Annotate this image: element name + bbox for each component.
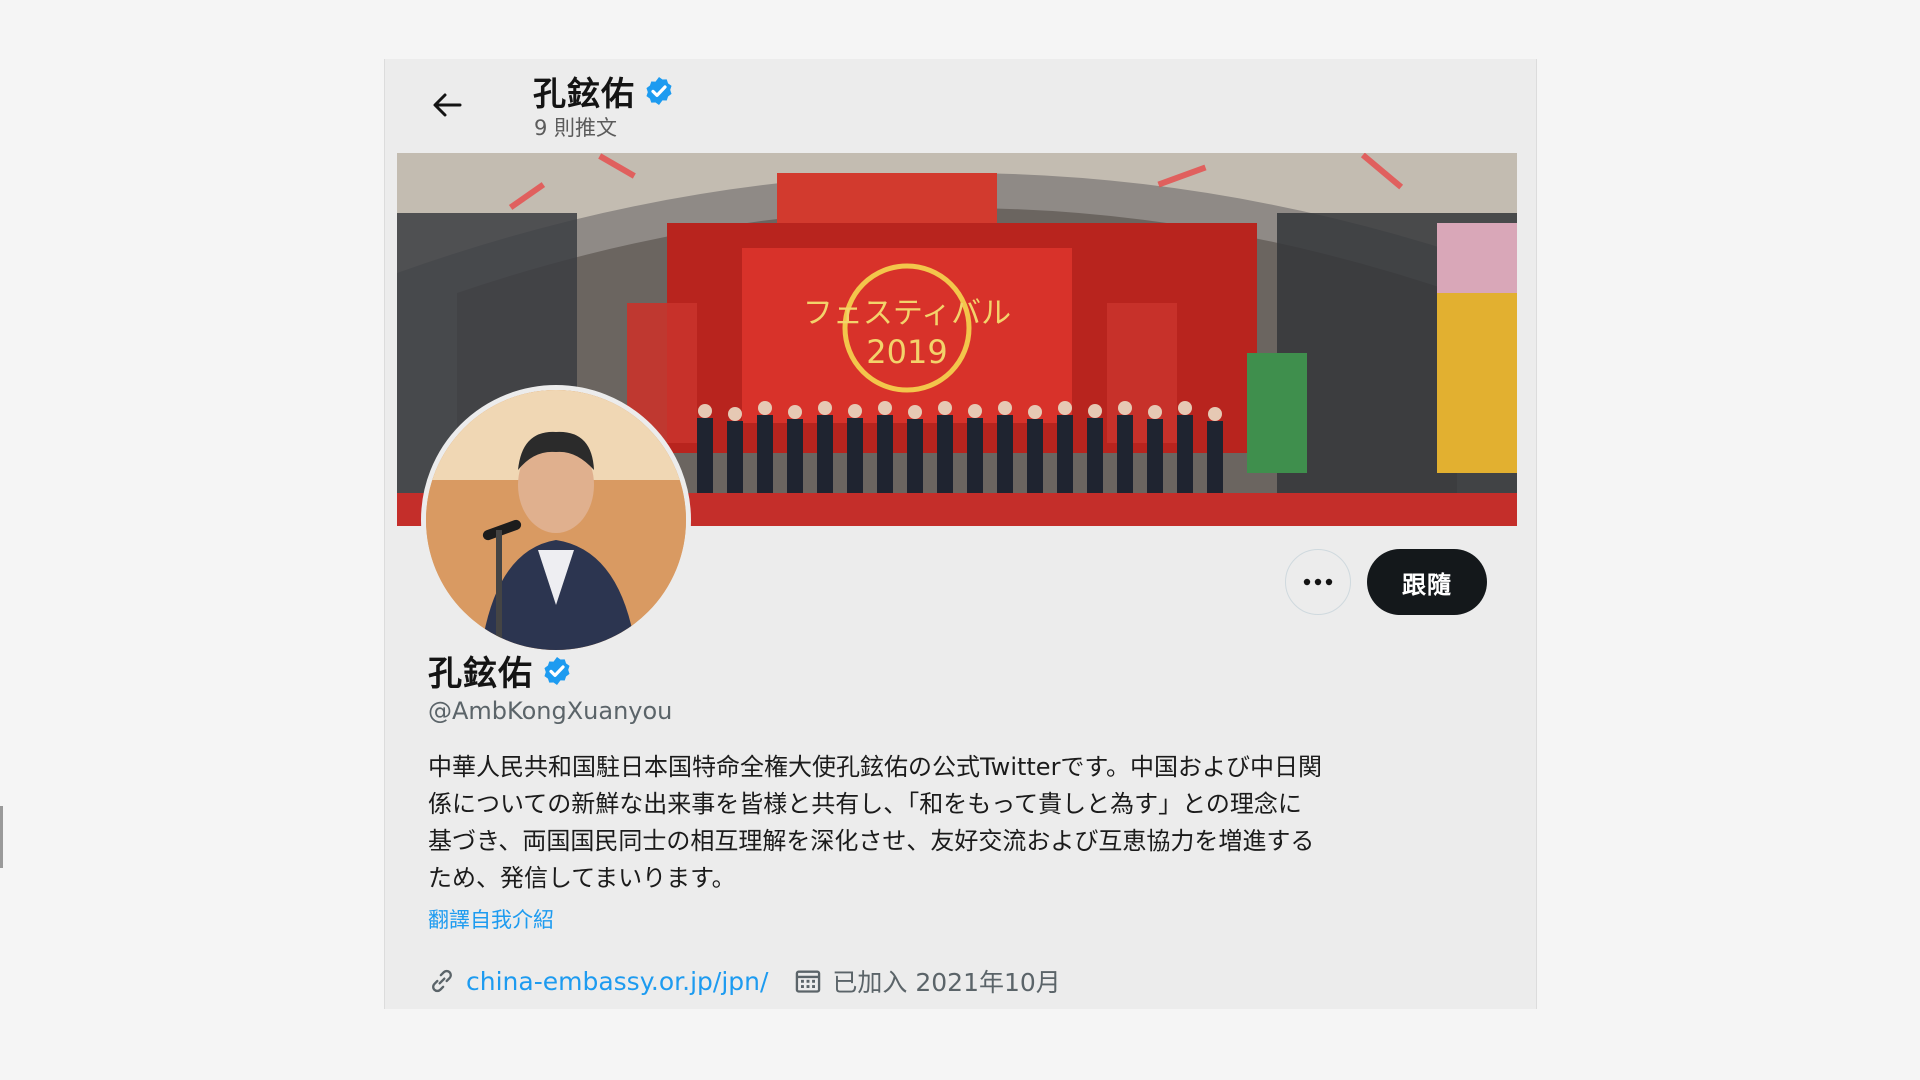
bio-line: 係についての新鮮な出来事を皆様と共有し、「和をもって貴しと為す」との理念に: [428, 790, 1302, 818]
joined-date: 已加入 2021年10月: [832, 968, 1061, 997]
translate-bio-link[interactable]: 翻譯自我介紹: [428, 904, 554, 934]
bio-line: 中華人民共和国駐日本国特命全権大使孔鉉佑の公式Twitterです。中国および中日…: [428, 753, 1323, 781]
bio-line: 基づき、両国国民同士の相互理解を深化させ、友好交流および互恵協力を増進する: [428, 827, 1315, 855]
website-link[interactable]: china-embassy.or.jp/jpn/: [466, 967, 768, 996]
svg-text:2019: 2019: [866, 333, 947, 371]
header-name: 孔鉉佑: [533, 74, 635, 113]
profile-name: 孔鉉佑: [428, 654, 533, 694]
profile-meta-row: china-embassy.or.jp/jpn/ 已加入 2021年10月: [428, 963, 1061, 999]
tweet-count: 9 則推文: [534, 116, 618, 140]
calendar-icon: [794, 967, 822, 995]
header-title-row: 孔鉉佑: [533, 67, 675, 115]
profile-name-row: 孔鉉佑: [428, 646, 573, 695]
banner-stage-text: フェスティバル: [803, 296, 1011, 331]
more-dots-icon: [1303, 578, 1333, 586]
link-icon: [428, 967, 456, 995]
verified-badge-icon: [643, 75, 675, 107]
back-button[interactable]: [425, 83, 469, 127]
edge-marker: [0, 806, 3, 868]
bio-line: ため、発信してまいります。: [428, 864, 736, 892]
profile-page: 孔鉉佑 9 則推文 フェスティバル 2019 跟隨 孔鉉佑 @AmbKongXu…: [384, 59, 1537, 1009]
profile-handle: @AmbKongXuanyou: [428, 697, 673, 725]
more-options-button[interactable]: [1285, 549, 1351, 615]
back-arrow-icon: [433, 93, 462, 117]
follow-button[interactable]: 跟隨: [1367, 549, 1487, 615]
verified-badge-icon: [541, 655, 573, 687]
profile-header: 孔鉉佑 9 則推文: [385, 59, 1536, 153]
profile-avatar[interactable]: [421, 385, 691, 655]
profile-bio: 中華人民共和国駐日本国特命全権大使孔鉉佑の公式Twitterです。中国および中日…: [428, 749, 1488, 897]
